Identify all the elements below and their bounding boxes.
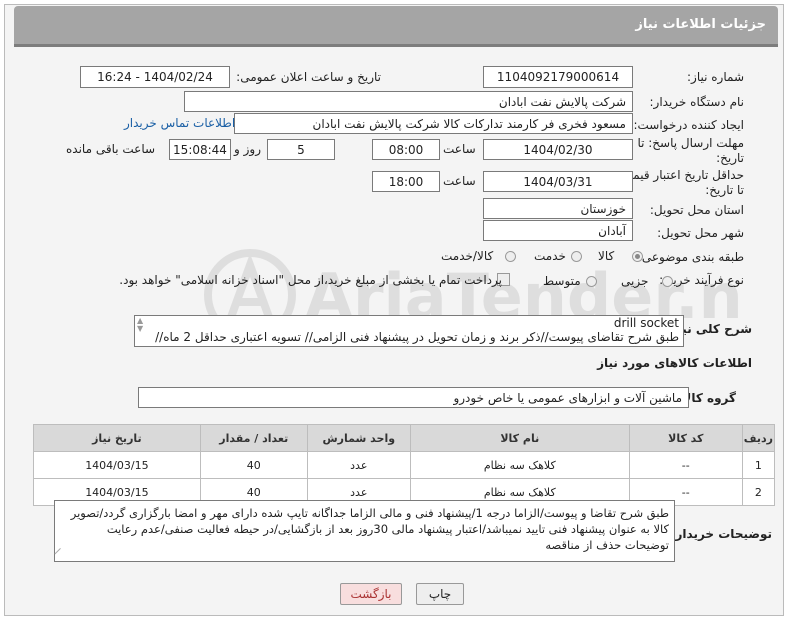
delivery-city-field: آبادان — [483, 220, 633, 241]
deadline-date-field: 1404/02/30 — [483, 139, 633, 160]
row-index: 1 — [741, 451, 776, 479]
col-code: کد کالا — [628, 424, 743, 452]
category-radio-goods-service[interactable] — [505, 251, 516, 262]
table-row: 1 -- کلاهک سه نظام عدد 40 1404/03/15 — [33, 451, 776, 479]
category-radio-goods[interactable] — [632, 251, 643, 262]
row-quantity: 40 — [199, 451, 308, 479]
price-validity-label-line1: حداقل تاریخ اعتبار قیمت: — [617, 168, 744, 182]
remaining-time-field: 15:08:44 — [169, 139, 231, 160]
category-radio-service[interactable] — [571, 251, 582, 262]
row-unit: عدد — [306, 451, 411, 479]
price-validity-time-field: 18:00 — [372, 171, 440, 192]
col-name: نام کالا — [409, 424, 630, 452]
goods-info-title: اطلاعات کالاهای مورد نیاز — [597, 356, 752, 370]
payment-note: پرداخت تمام یا بخشی از مبلغ خرید،از محل … — [119, 273, 502, 287]
buyer-notes-line1: طبق شرح تقاضا و پیوست/الزاما درجه 1/پیشن… — [70, 506, 669, 520]
buyer-notes-textarea[interactable]: طبق شرح تقاضا و پیوست/الزاما درجه 1/پیشن… — [54, 500, 675, 562]
buyer-contact-link[interactable]: اطلاعات تماس خریدار — [124, 116, 235, 130]
row-date: 1404/03/15 — [33, 451, 201, 479]
goods-group-field: ماشین آلات و ابزارهای عمومی یا خاص خودرو — [138, 387, 689, 408]
col-quantity: تعداد / مقدار — [199, 424, 308, 452]
description-line2: طبق شرح تقاضای پیوست//ذکر برند و زمان تح… — [155, 330, 679, 344]
description-line1: drill socket — [613, 316, 679, 330]
requester-label: ایجاد کننده درخواست: — [633, 118, 744, 132]
row-index: 2 — [741, 478, 776, 506]
items-table-header: ردیف کد کالا نام کالا واحد شمارش تعداد /… — [33, 424, 776, 452]
deadline-days-label: روز و — [234, 142, 261, 156]
delivery-city-label: شهر محل تحویل: — [657, 226, 744, 240]
category-label: طبقه بندی موضوعی: — [637, 250, 744, 264]
buyer-org-field: شرکت پالایش نفت ابادان — [184, 91, 633, 112]
price-validity-label-line2: تا تاریخ: — [705, 183, 744, 197]
delivery-province-field: خوزستان — [483, 198, 633, 219]
deadline-label-line1: مهلت ارسال پاسخ: تا — [637, 136, 744, 150]
back-button[interactable]: بازگشت — [340, 583, 402, 605]
buyer-org-label: نام دستگاه خریدار: — [649, 95, 745, 109]
col-date: تاریخ نیاز — [33, 424, 201, 452]
deadline-days-field: 5 — [267, 139, 335, 160]
process-radio-minor[interactable] — [662, 276, 673, 287]
description-scroll-icon[interactable]: ▲ ▼ — [137, 317, 143, 333]
items-table: ردیف کد کالا نام کالا واحد شمارش تعداد /… — [33, 424, 776, 506]
buyer-notes-label: توضیحات خریدار: — [670, 527, 772, 541]
announce-datetime-label: تاریخ و ساعت اعلان عمومی: — [236, 70, 381, 84]
deadline-time-label: ساعت — [443, 142, 476, 156]
announce-datetime-field: 1404/02/24 - 16:24 — [80, 66, 230, 88]
category-option-service: خدمت — [534, 249, 566, 263]
category-option-goods-service: کالا/خدمت — [441, 249, 494, 263]
deadline-time-field: 08:00 — [372, 139, 440, 160]
process-option-minor: جزیی — [621, 274, 649, 288]
description-textarea[interactable]: drill socket طبق شرح تقاضای پیوست//ذکر ب… — [134, 315, 684, 347]
process-option-medium: متوسط — [543, 274, 581, 288]
category-option-goods: کالا — [598, 249, 615, 263]
price-validity-date-field: 1404/03/31 — [483, 171, 633, 192]
remaining-time-label: ساعت باقی مانده — [66, 142, 156, 156]
print-button[interactable]: چاپ — [416, 583, 464, 605]
col-row: ردیف — [741, 424, 776, 452]
need-number-field: 1104092179000614 — [483, 66, 633, 88]
row-code: -- — [628, 451, 743, 479]
delivery-province-label: استان محل تحویل: — [649, 203, 744, 217]
panel-title: جزئیات اطلاعات نیاز — [635, 17, 766, 32]
buyer-notes-line3: توضیحات حذف از مناقصه — [545, 538, 669, 552]
row-name: کلاهک سه نظام — [409, 451, 630, 479]
need-number-label: شماره نیاز: — [687, 70, 744, 84]
process-radio-medium[interactable] — [586, 276, 597, 287]
requester-field: مسعود فخری فر کارمند تدارکات کالا شرکت پ… — [234, 113, 633, 134]
deadline-label-line2: تاریخ: — [716, 151, 744, 165]
col-unit: واحد شمارش — [306, 424, 411, 452]
buyer-notes-line2: کالا به عنوان پیشنهاد فنی تایید نمیباشد/… — [106, 522, 669, 536]
panel-header: جزئیات اطلاعات نیاز — [14, 6, 778, 47]
price-validity-time-label: ساعت — [443, 174, 476, 188]
